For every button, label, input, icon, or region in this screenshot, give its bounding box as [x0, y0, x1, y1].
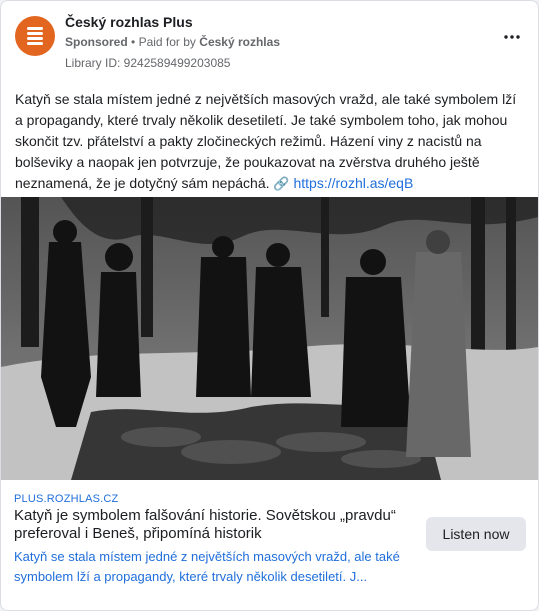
- post-link[interactable]: https://rozhl.as/eqB: [293, 175, 413, 191]
- link-preview[interactable]: PLUS.ROZHLAS.CZ Katyň je symbolem falšov…: [1, 480, 538, 610]
- separator-dot: •: [131, 35, 136, 49]
- ad-card: Český rozhlas Plus Sponsored • Paid for …: [0, 0, 539, 611]
- avatar[interactable]: [15, 16, 55, 56]
- page-name[interactable]: Český rozhlas Plus: [65, 14, 193, 30]
- library-id: Library ID: 9242589499203085: [65, 56, 231, 70]
- sponsored-line: Sponsored • Paid for by Český rozhlas: [65, 35, 280, 49]
- sponsored-label: Sponsored: [65, 35, 128, 49]
- link-headline[interactable]: Katyň je symbolem falšování historie. So…: [14, 507, 419, 543]
- payer-name: Český rozhlas: [199, 35, 280, 49]
- post-text: Katyň se stala místem jedné z největších…: [15, 89, 527, 194]
- link-domain[interactable]: PLUS.ROZHLAS.CZ: [14, 493, 118, 505]
- post-body: Katyň se stala místem jedné z největších…: [15, 91, 517, 191]
- link-icon: 🔗: [273, 176, 290, 191]
- more-options-button[interactable]: [500, 27, 524, 47]
- cesky-rozhlas-logo-icon: [27, 27, 43, 45]
- post-photo[interactable]: [1, 197, 538, 480]
- historical-photo-image: [1, 197, 538, 480]
- more-horizontal-icon: [504, 35, 520, 39]
- paid-for-by-label: Paid for by: [138, 35, 196, 49]
- listen-now-button[interactable]: Listen now: [426, 517, 526, 551]
- post-header: Český rozhlas Plus Sponsored • Paid for …: [15, 13, 524, 71]
- link-description[interactable]: Katyň se stala místem jedné z největších…: [14, 547, 424, 587]
